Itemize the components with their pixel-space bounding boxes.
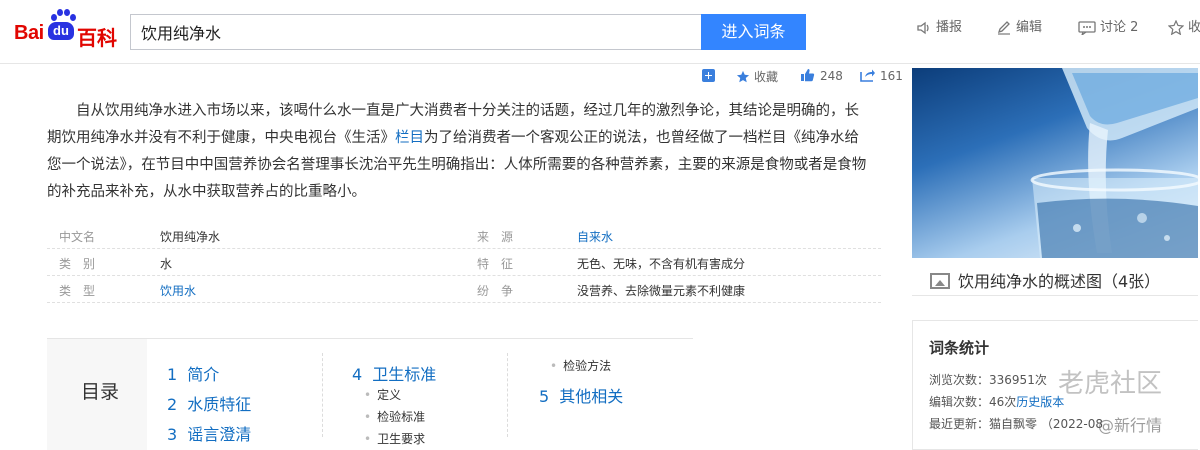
basic-info-key: 类 别 [59, 257, 96, 271]
watermark-sub-text: @新行情 [1098, 416, 1163, 435]
basic-info-key: 中文名 [59, 230, 96, 244]
catalog-divider [507, 353, 508, 437]
discuss-action[interactable]: 讨论 2 [1078, 16, 1138, 35]
share-button[interactable]: 161 [860, 68, 903, 83]
catalog-subitem[interactable]: 检验标准 [364, 408, 425, 425]
basic-info-row: 中文名 饮用纯净水 来 源 自来水 [47, 222, 881, 249]
basic-info-row: 类 别 水 特 征 无色、无味，不含有机有害成分 [47, 249, 881, 276]
basic-info-key: 纷 争 [477, 284, 514, 298]
speaker-icon [917, 21, 929, 34]
star-filled-icon [736, 70, 750, 83]
broadcast-label: 播报 [936, 20, 963, 35]
basic-info-value-link[interactable]: 自来水 [577, 228, 613, 245]
catalog-item-intro[interactable]: 1 简介 [167, 361, 219, 385]
share-icon [860, 69, 875, 82]
basic-info-table: 中文名 饮用纯净水 来 源 自来水 类 别 水 特 征 无色、无味，不含有机有害… [47, 222, 881, 303]
stats-title: 词条统计 [929, 339, 990, 357]
share-count: 161 [880, 69, 903, 83]
chat-icon [1078, 20, 1096, 35]
baidu-baike-logo[interactable]: Bai du 百科 [14, 8, 124, 50]
thumbs-up-icon [801, 69, 815, 82]
logo-bai-text: Bai [14, 22, 44, 44]
collect-top-action[interactable]: 收 [1168, 16, 1200, 35]
basic-info-value-link[interactable]: 饮用水 [160, 282, 196, 299]
intro-paragraph: 自从饮用纯净水进入市场以来，该喝什么水一直是广大消费者十分关注的话题，经过几年的… [47, 98, 873, 206]
edit-action[interactable]: 编辑 [996, 16, 1042, 35]
pencil-icon [997, 20, 1010, 35]
catalog-divider [322, 353, 323, 437]
discuss-label: 讨论 2 [1100, 20, 1139, 35]
basic-info-value: 无色、无味，不含有机有害成分 [577, 257, 746, 271]
logo-du-text: du [48, 22, 74, 40]
basic-info-value: 水 [160, 257, 173, 271]
basic-info-row: 类 型 饮用水 纷 争 没营养、去除微量元素不利健康 [47, 276, 881, 303]
watermark-text: 老虎社区 [1058, 369, 1163, 399]
catalog-item-other[interactable]: 5 其他相关 [539, 383, 623, 407]
water-glass-image[interactable] [912, 68, 1198, 258]
edit-label: 编辑 [1016, 20, 1043, 35]
image-icon [930, 273, 950, 289]
catalog-item-hygiene-standard[interactable]: 4 卫生标准 [352, 361, 436, 385]
basic-info-key: 特 征 [477, 257, 514, 271]
catalog-item-water-quality[interactable]: 2 水质特征 [167, 391, 251, 415]
logo-baike-text: 百科 [77, 26, 117, 50]
basic-info-value: 没营养、去除微量元素不利健康 [577, 284, 746, 298]
like-count: 248 [820, 69, 843, 83]
catalog-subitem[interactable]: 检验方法 [550, 357, 611, 374]
catalog-item-rumor[interactable]: 3 谣言澄清 [167, 421, 251, 445]
basic-info-key: 来 源 [477, 230, 514, 244]
stats-edits: 编辑次数：46次历史版本 [929, 395, 1065, 409]
picture-caption[interactable]: 饮用纯净水的概述图（4张） [930, 268, 1160, 292]
broadcast-action[interactable]: 播报 [916, 16, 962, 35]
enter-entry-button[interactable]: 进入词条 [701, 14, 806, 50]
add-button[interactable] [702, 68, 715, 82]
entry-action-bar: 收藏 248 161 [700, 66, 908, 88]
search-input[interactable] [131, 15, 702, 49]
catalog: 目录 1简介 2水质特征 3谣言澄清 4卫生标准 定义 检验标准 卫生要求 检验… [47, 338, 693, 450]
catalog-subitem[interactable]: 定义 [364, 386, 401, 403]
like-button[interactable]: 248 [800, 68, 843, 83]
intro-link-column[interactable]: 栏目 [395, 130, 424, 146]
paw-icon [49, 8, 76, 22]
top-header: Bai du 百科 进入词条 播报 编辑 讨论 2 收 [0, 0, 1200, 64]
collect-top-label: 收 [1188, 20, 1200, 35]
stats-views: 浏览次数：336951次 [929, 373, 1047, 387]
collect-button[interactable]: 收藏 [736, 68, 778, 85]
water-pour-illustration [1030, 68, 1198, 258]
stats-updated: 最近更新：猫自飘零 （2022-08 [929, 417, 1103, 431]
catalog-title: 目录 [81, 381, 120, 403]
updated-user: 猫自飘零 [989, 417, 1038, 431]
collect-label: 收藏 [754, 70, 779, 84]
star-icon [1168, 20, 1184, 35]
search-box [130, 14, 702, 50]
catalog-subitem[interactable]: 卫生要求 [364, 430, 425, 447]
basic-info-key: 类 型 [59, 284, 96, 298]
catalog-title-area: 目录 [47, 339, 147, 450]
basic-info-value: 饮用纯净水 [160, 230, 221, 244]
plus-icon [702, 69, 715, 82]
summary-picture-card[interactable]: 饮用纯净水的概述图（4张） [912, 68, 1198, 296]
